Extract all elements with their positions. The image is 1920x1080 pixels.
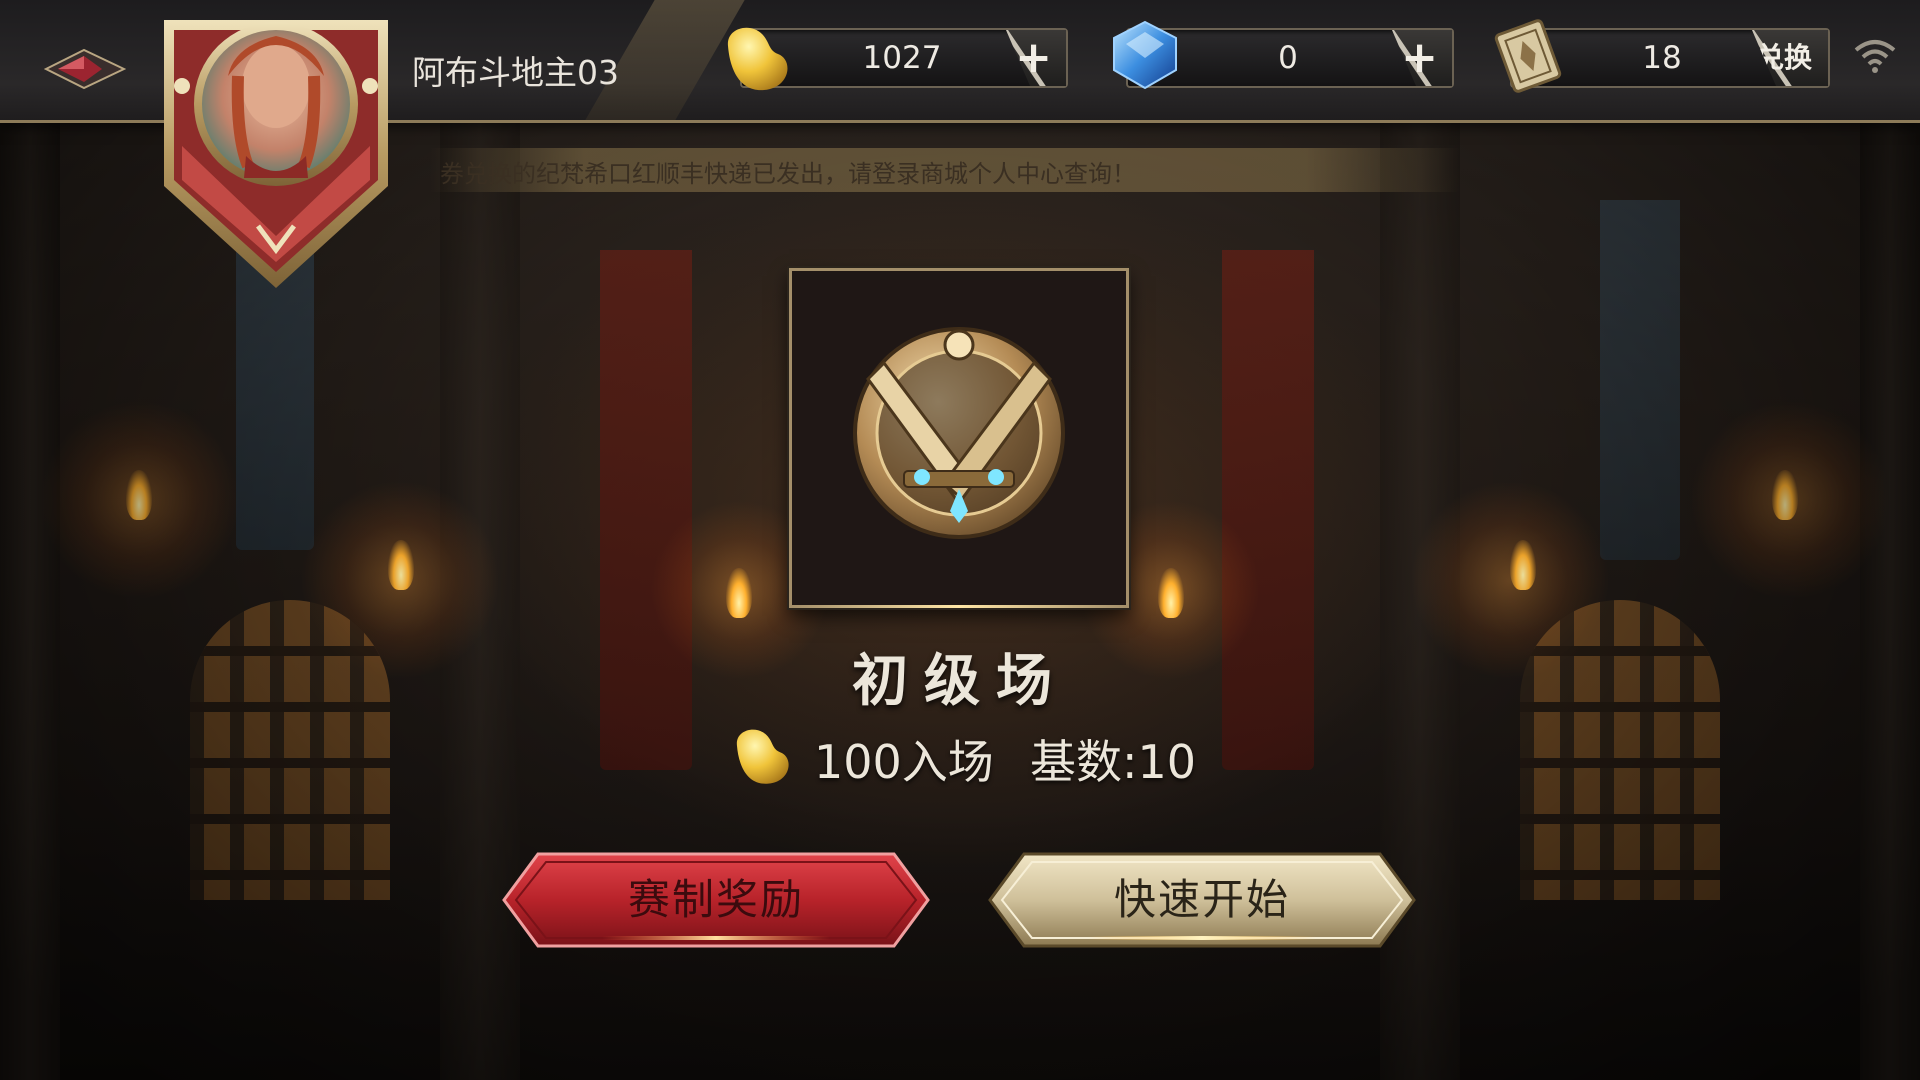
plus-icon: + <box>1015 32 1052 83</box>
rules-rewards-button[interactable]: 赛制奖励 <box>502 852 930 948</box>
exchange-button[interactable]: 兑换 <box>1752 30 1828 86</box>
entry-fee: 100入场 <box>814 735 994 789</box>
wifi-icon <box>1854 40 1896 73</box>
quick-start-label: 快速开始 <box>1113 875 1290 924</box>
room-title: 初级场 <box>852 649 1068 714</box>
player-name: 阿布斗地主03 <box>412 53 619 92</box>
add-diamonds-button[interactable]: + <box>1392 30 1452 86</box>
exchange-label: 兑换 <box>1755 41 1812 74</box>
ticket-icon <box>1494 19 1562 93</box>
diamonds-value: 0 <box>1278 40 1298 76</box>
beans-value: 1027 <box>862 40 942 76</box>
avatar-shield-frame <box>164 20 388 288</box>
notice-text: 券兑换的纪梵希口红顺丰快递已发出，请登录商城个人中心查询！ <box>440 160 1136 188</box>
crossed-swords-emblem-icon <box>853 327 1065 539</box>
back-button[interactable] <box>43 48 127 90</box>
rules-rewards-label: 赛制奖励 <box>627 875 804 924</box>
back-arrow-icon <box>43 48 127 90</box>
add-beans-button[interactable]: + <box>1006 30 1066 86</box>
base-score: 基数:10 <box>1030 735 1197 789</box>
gold-bean-icon <box>736 729 789 784</box>
diamond-icon <box>1113 20 1177 90</box>
plus-icon: + <box>1401 32 1438 83</box>
room-info: 100入场 基数:10 <box>730 722 1230 789</box>
quick-start-button[interactable]: 快速开始 <box>988 852 1416 948</box>
tickets-value: 18 <box>1642 40 1682 76</box>
player-avatar[interactable] <box>158 16 394 290</box>
room-emblem-frame[interactable] <box>789 268 1129 608</box>
gold-bean-icon <box>727 27 788 91</box>
